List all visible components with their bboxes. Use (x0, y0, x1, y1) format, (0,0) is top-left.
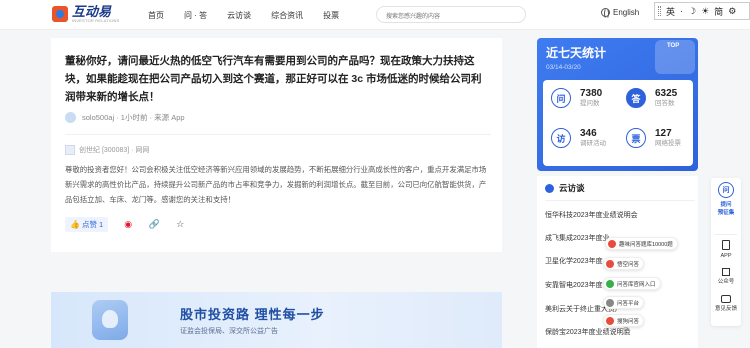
thumbs-up-icon: 👍 (70, 220, 80, 229)
stat-label: 回答数 (655, 100, 675, 107)
divider (65, 134, 491, 135)
list-item[interactable]: 卫星化学2023年度 (545, 256, 603, 266)
ime-toolbar: 英 · ☽ ☀ 简 ⚙ (654, 2, 750, 20)
suggestion-item[interactable]: 搜狗问答 (603, 314, 645, 327)
wechat-label[interactable]: 公众号 (711, 279, 741, 286)
suggestion-item[interactable]: 问答平台 (603, 296, 645, 309)
stat-value: 127 (655, 128, 672, 139)
weibo-share-icon[interactable]: ◉ (122, 219, 134, 231)
cloud-interview-title: 云访谈 (559, 183, 585, 193)
divider (545, 200, 695, 201)
stat-answers[interactable]: 答 6325 回答数 (626, 88, 677, 108)
suggestion-icon (606, 316, 614, 325)
ask-label: 提问 (720, 202, 732, 208)
suggestion-icon (608, 239, 616, 248)
stats-date-range: 03/14-03/20 (546, 64, 581, 71)
globe-icon (601, 8, 610, 19)
suggestion-icon (606, 259, 614, 268)
nav-item-home[interactable]: 首页 (148, 10, 164, 21)
suggestion-icon (606, 279, 614, 288)
logo-subtitle: INVESTOR RELATIONS (72, 18, 120, 23)
suggestion-item[interactable]: 悟空问答 (603, 257, 645, 270)
weekly-stats-card: 近七天统计 03/14-03/20 TOP 问 7380 提问数 答 6325 … (537, 38, 698, 171)
stat-label: 提问数 (580, 100, 600, 107)
list-item[interactable]: 成飞集成2023年度业 (545, 233, 610, 243)
cloud-interview-icon (545, 183, 554, 193)
feedback-label[interactable]: 意见反馈 (711, 306, 741, 313)
top-badge-icon: TOP (655, 40, 695, 74)
banner-subtitle: 证监会投保局、深交所公益广告 (180, 328, 278, 335)
divider (715, 234, 737, 235)
nav-item-qa[interactable]: 问 · 答 (184, 10, 207, 21)
nav-item-cloud-interview[interactable]: 云访谈 (227, 10, 251, 21)
ime-grip-icon[interactable] (658, 6, 661, 16)
avatar[interactable] (65, 112, 76, 123)
suggestion-icon (606, 298, 614, 307)
vote-icon: 票 (626, 128, 646, 148)
answer-actions: 👍 点赞 1 ◉ 🔗 ☆ (65, 217, 186, 232)
app-label[interactable]: APP (711, 253, 741, 260)
like-label: 点赞 1 (81, 220, 104, 229)
stat-votes[interactable]: 票 127 网络投票 (626, 128, 681, 148)
company-label: 创世纪 [300083] · 网网 (79, 147, 150, 154)
qa-card: 董秘你好，请问最近火热的低空飞行汽车有需要用到公司的产品吗？现在政策大力扶持这块… (51, 38, 502, 252)
language-switch[interactable]: English (601, 8, 640, 19)
stat-value: 7380 (580, 88, 603, 99)
phone-icon[interactable] (722, 240, 730, 250)
stat-research[interactable]: 访 346 调研活动 (551, 128, 606, 148)
public-service-banner[interactable]: 股市投资路 理性每一步 证监会投保局、深交所公益广告 (51, 292, 502, 348)
top-header: 互动易 INVESTOR RELATIONS 首页 问 · 答 云访谈 综合资讯… (0, 0, 750, 30)
people-icon: 访 (551, 128, 571, 148)
list-item[interactable]: 安靠智电2023年度 (545, 280, 603, 290)
company-icon (65, 145, 75, 155)
logo-icon (52, 6, 68, 22)
main-nav: 首页 问 · 答 云访谈 综合资讯 投票 (148, 0, 359, 30)
stats-body: 问 7380 提问数 答 6325 回答数 访 346 调研活动 票 127 网… (543, 80, 693, 166)
ime-moon-icon[interactable]: ☽ (688, 6, 696, 17)
nav-item-vote[interactable]: 投票 (323, 10, 339, 21)
ime-punct-icon[interactable]: · (680, 6, 683, 16)
list-item[interactable]: 恒华科技2023年度业绩说明会 (545, 210, 638, 220)
cloud-interview-header: 云访谈 (545, 182, 585, 194)
question-title: 董秘你好，请问最近火热的低空飞行汽车有需要用到公司的产品吗？现在政策大力扶持这块… (65, 55, 482, 103)
feedback-icon[interactable] (721, 295, 731, 303)
stats-title: 近七天统计 (546, 46, 607, 60)
banner-title: 股市投资路 理性每一步 (180, 307, 325, 322)
stat-value: 346 (580, 128, 597, 139)
ask-question-button[interactable]: 问 提问 预征集 (711, 178, 741, 230)
logo-title: 互动易 (72, 4, 112, 19)
stat-label: 网络投票 (655, 140, 681, 147)
ime-mode-simplified[interactable]: 简 (714, 5, 723, 18)
ask-icon: 问 (718, 182, 734, 198)
question-meta: solo500aj · 1小时前 · 来源 App (65, 112, 185, 123)
search-input[interactable] (377, 9, 497, 25)
answer-company[interactable]: 创世纪 [300083] · 网网 (65, 145, 149, 155)
shield-icon (92, 300, 128, 340)
nav-item-news[interactable]: 综合资讯 (271, 10, 303, 21)
question-icon: 问 (551, 88, 571, 108)
link-share-icon[interactable]: 🔗 (148, 219, 160, 231)
list-item[interactable]: 保龄宝2023年度业绩说明会 (545, 327, 631, 337)
answer-icon: 答 (626, 88, 646, 108)
stat-questions[interactable]: 问 7380 提问数 (551, 88, 602, 108)
search-box[interactable] (376, 6, 526, 25)
suggestion-item[interactable]: 问答库官网入口 (603, 277, 661, 290)
ime-sun-icon[interactable]: ☀ (701, 6, 709, 17)
language-label: English (613, 8, 640, 17)
ime-settings-icon[interactable]: ⚙ (728, 6, 736, 17)
like-button[interactable]: 👍 点赞 1 (65, 217, 109, 232)
question-author: solo500aj · 1小时前 · 来源 App (82, 113, 185, 122)
stat-value: 6325 (655, 88, 678, 99)
site-logo[interactable]: 互动易 INVESTOR RELATIONS (52, 5, 119, 23)
settings-small-icon[interactable]: ⚙ (622, 327, 630, 335)
stat-label: 调研活动 (580, 140, 606, 147)
qrcode-icon[interactable] (722, 268, 730, 276)
ime-mode-english[interactable]: 英 (666, 5, 675, 18)
floating-toolbar: 问 提问 预征集 APP 公众号 意见反馈 (711, 178, 741, 326)
answer-text: 尊敬的投资者您好！公司会积极关注低空经济等新兴应用领域的发展趋势，不断拓展细分行… (65, 165, 487, 204)
suggestion-item[interactable]: 趣味问答题库10000题 (605, 237, 678, 250)
ask-sublabel: 预征集 (717, 210, 735, 216)
star-favorite-icon[interactable]: ☆ (174, 219, 186, 231)
